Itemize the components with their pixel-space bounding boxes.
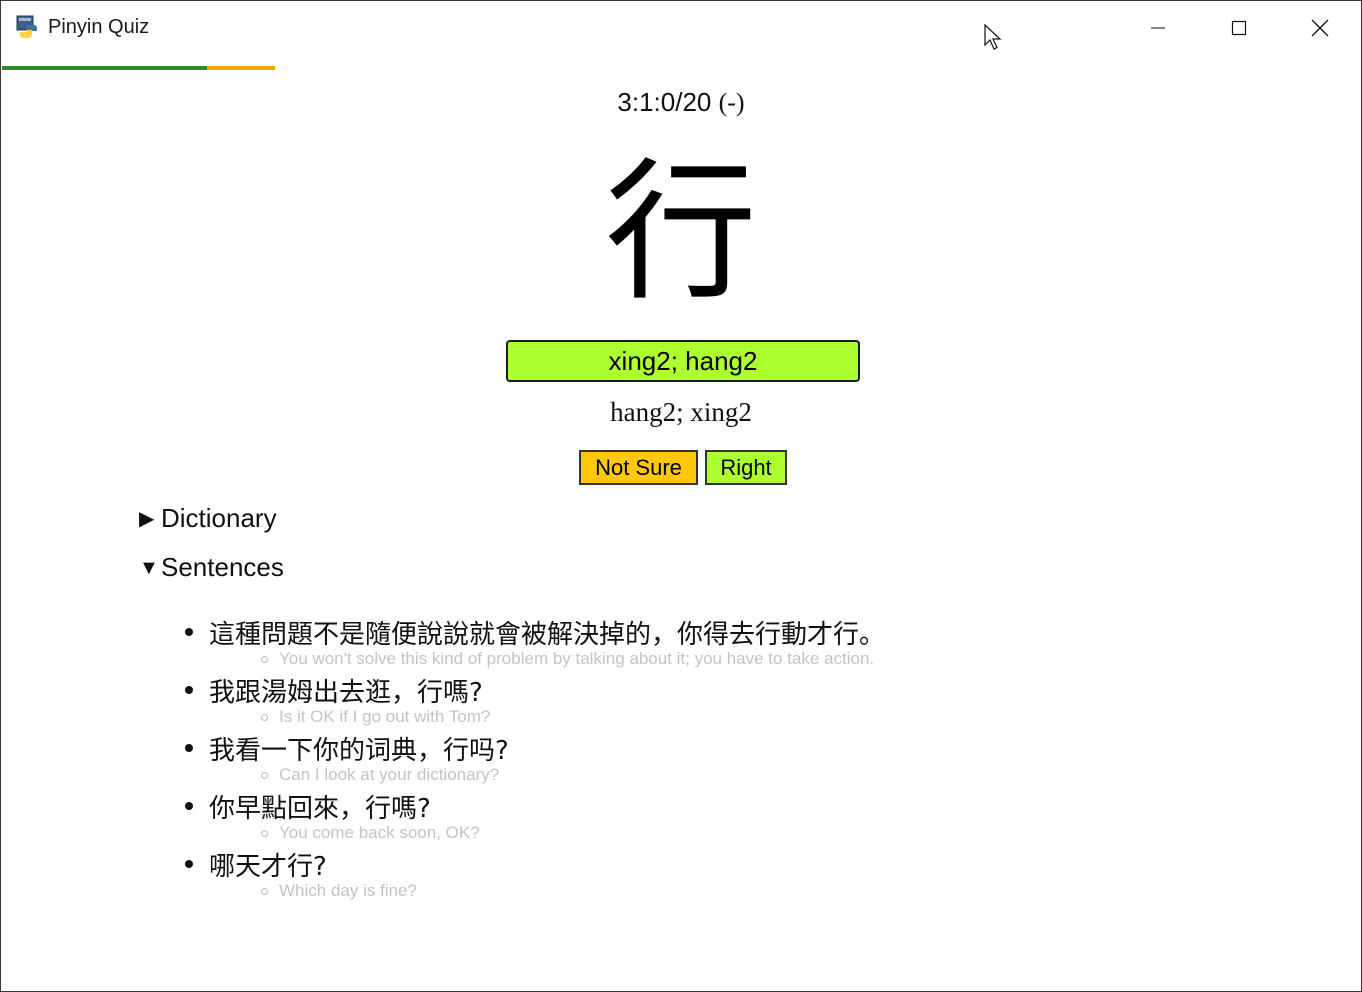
minimize-button[interactable] — [1118, 1, 1198, 55]
pinyin-answer-input[interactable]: xing2; hang2 — [506, 340, 860, 382]
collapsed-arrow-icon: ▶ — [139, 508, 155, 530]
sub-bullet-icon — [261, 888, 268, 895]
list-item: 哪天才行? Which day is fine? — [185, 845, 1185, 903]
list-item: 這種問題不是隨便說說就會被解決掉的，你得去行動才行。 You won't sol… — [185, 613, 1185, 671]
sentence-chinese: 哪天才行? — [209, 852, 327, 882]
score-counter: 3:1:0/20 (-) — [1, 87, 1361, 118]
progress-unsure-segment — [207, 66, 275, 70]
progress-correct-segment — [2, 66, 207, 70]
sentence-translation: Can I look at your dictionary? — [279, 765, 500, 784]
close-button[interactable] — [1280, 1, 1360, 55]
title-bar[interactable]: Pinyin Quiz — [1, 1, 1361, 57]
sentence-translation: Is it OK if I go out with Tom? — [279, 707, 491, 726]
list-item: 我看一下你的词典，行吗? Can I look at your dictiona… — [185, 729, 1185, 787]
sentence-chinese: 我看一下你的词典，行吗? — [209, 736, 509, 766]
dictionary-label: Dictionary — [161, 503, 277, 533]
bullet-icon — [185, 628, 193, 636]
sub-bullet-icon — [261, 656, 268, 663]
not-sure-button[interactable]: Not Sure — [579, 450, 698, 485]
sentence-chinese: 你早點回來，行嗎? — [209, 794, 431, 824]
sentences-toggle[interactable]: ▼Sentences — [139, 552, 284, 583]
close-icon — [1311, 19, 1329, 37]
score-suffix: (-) — [718, 88, 745, 117]
minimize-icon — [1151, 27, 1165, 29]
sentence-translation: You won't solve this kind of problem by … — [279, 649, 875, 668]
sentences-list: 這種問題不是隨便說說就會被解決掉的，你得去行動才行。 You won't sol… — [185, 613, 1185, 903]
bullet-icon — [185, 744, 193, 752]
python-app-icon — [16, 15, 37, 38]
bullet-icon — [185, 802, 193, 810]
quiz-character: 行 — [605, 144, 757, 321]
window-title: Pinyin Quiz — [48, 16, 150, 38]
bullet-icon — [185, 686, 193, 694]
sentence-translation: You come back soon, OK? — [279, 823, 480, 842]
dictionary-toggle[interactable]: ▶ Dictionary — [139, 503, 277, 534]
expanded-arrow-icon: ▼ — [139, 557, 159, 579]
sub-bullet-icon — [261, 714, 268, 721]
app-window: Pinyin Quiz 3:1:0/20 (-) 行 xing2; hang2 … — [0, 0, 1362, 992]
right-button[interactable]: Right — [705, 450, 787, 485]
score-value: 3:1:0/20 — [617, 87, 712, 117]
bullet-icon — [185, 860, 193, 868]
sub-bullet-icon — [261, 830, 268, 837]
sentences-label: Sentences — [161, 552, 284, 582]
quiz-progress-bar — [2, 66, 275, 70]
sub-bullet-icon — [261, 772, 268, 779]
list-item: 我跟湯姆出去逛，行嗎? Is it OK if I go out with To… — [185, 671, 1185, 729]
sentence-chinese: 我跟湯姆出去逛，行嗎? — [209, 678, 483, 708]
correct-pinyin: hang2; xing2 — [610, 397, 752, 427]
mouse-pointer-icon — [984, 24, 1002, 50]
list-item: 你早點回來，行嗎? You come back soon, OK? — [185, 787, 1185, 845]
maximize-button[interactable] — [1199, 1, 1279, 55]
sentence-chinese: 這種問題不是隨便說說就會被解決掉的，你得去行動才行。 — [209, 620, 886, 650]
maximize-icon — [1231, 20, 1247, 36]
sentence-translation: Which day is fine? — [279, 881, 417, 900]
